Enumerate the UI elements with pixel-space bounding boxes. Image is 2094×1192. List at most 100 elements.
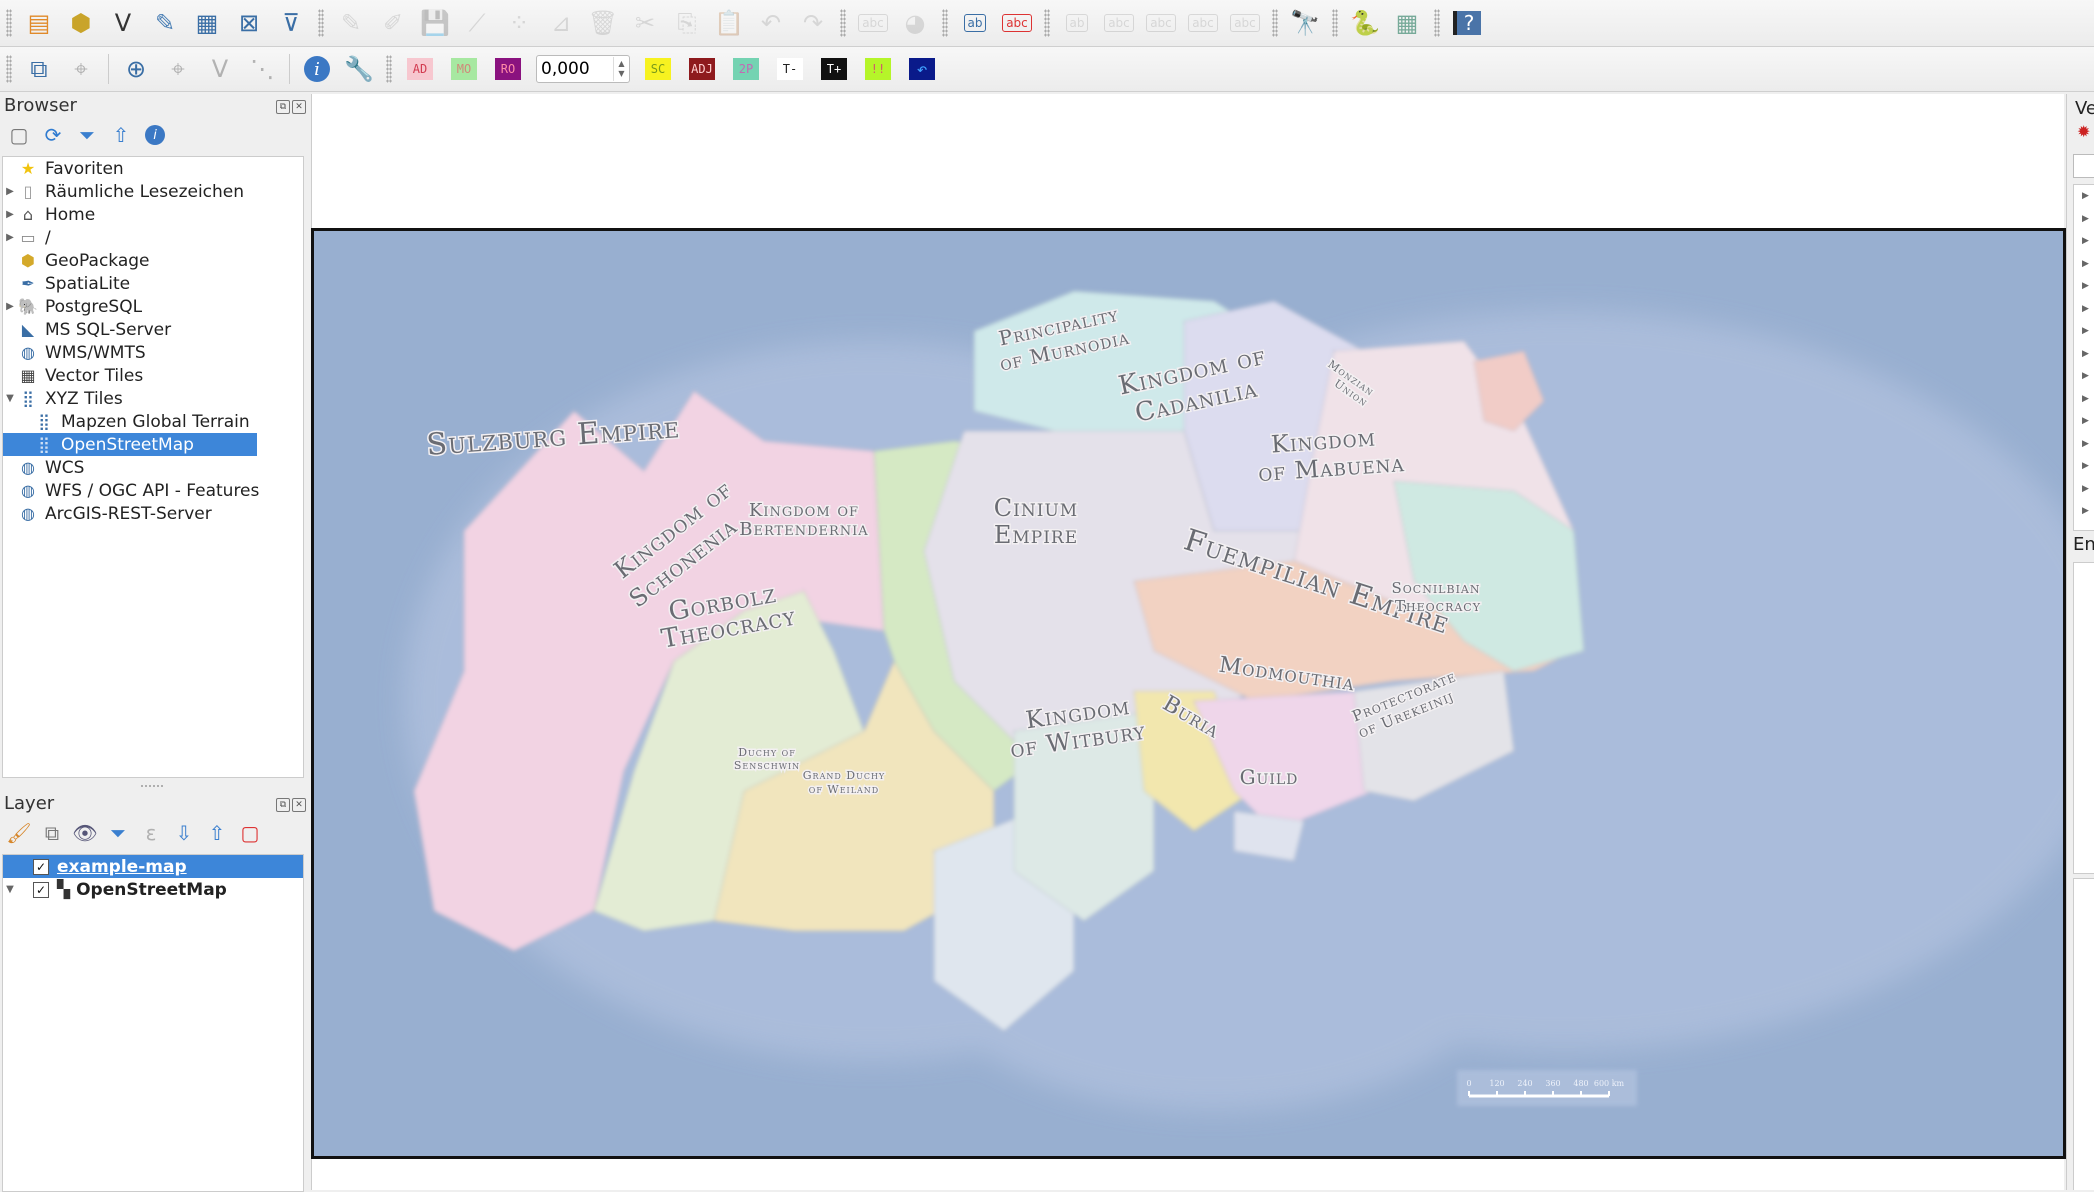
new-project-button[interactable]: ▤ xyxy=(20,5,58,41)
add-group-button[interactable]: ⧉ xyxy=(39,820,65,846)
georef-button[interactable]: ⊕ xyxy=(117,51,155,87)
vertex-tool-button[interactable]: ⁘ xyxy=(500,5,538,41)
toolbar-grip[interactable] xyxy=(1434,9,1440,37)
expand-arrow-icon[interactable]: ▼ xyxy=(3,884,17,895)
new-spatialite-layer-button[interactable]: ✎ xyxy=(146,5,184,41)
tree-expand-icon[interactable]: ▶ xyxy=(2074,388,2094,411)
offset-spinbox[interactable]: ▲▼ xyxy=(536,55,630,83)
toolbar-grip[interactable] xyxy=(386,55,392,83)
badge-ad-button[interactable]: AD xyxy=(407,58,433,80)
browser-item[interactable]: ⬢ GeoPackage xyxy=(3,249,303,272)
browser-item[interactable]: ▶ ⌂ Home xyxy=(3,203,303,226)
toolbar-grip[interactable] xyxy=(6,9,12,37)
collapse-all-button[interactable]: ⇧ xyxy=(108,122,134,148)
new-temp-layer-button[interactable]: ▦ xyxy=(188,5,226,41)
expand-arrow-icon[interactable]: ▶ xyxy=(3,232,17,243)
collapse-all-button[interactable]: ⇧ xyxy=(204,820,230,846)
layer-visibility-checkbox[interactable]: ✓ xyxy=(33,858,49,875)
nominatim-search-button[interactable]: 🔭 xyxy=(1286,5,1324,41)
layer-visibility-checkbox[interactable]: ✓ xyxy=(33,881,49,898)
new-shapefile-layer-button[interactable]: V xyxy=(104,5,142,41)
remove-layer-button[interactable]: ▢ xyxy=(237,820,263,846)
tree-expand-icon[interactable]: ▶ xyxy=(2074,230,2094,253)
browser-item[interactable]: ▶ 🐘 PostgreSQL xyxy=(3,295,303,318)
browser-item[interactable]: ◍ WFS / OGC API - Features xyxy=(3,479,303,502)
pin-labels-button[interactable]: ab xyxy=(1058,5,1096,41)
tree-expand-icon[interactable]: ▶ xyxy=(2074,343,2094,366)
browser-item[interactable]: ◍ WMS/WMTS xyxy=(3,341,303,364)
layer-labeling-button[interactable]: ab xyxy=(956,5,994,41)
spin-up-icon[interactable]: ▲ xyxy=(618,59,624,69)
browser-item[interactable]: ▦ Vector Tiles xyxy=(3,364,303,387)
help-button[interactable]: ? xyxy=(1448,5,1486,41)
map-frame[interactable]: Sulzburg Empire Kingdom of Schonenia Gorbol… xyxy=(311,228,2066,1159)
float-icon[interactable]: ⧉ xyxy=(276,100,290,114)
undo-button[interactable]: ↶ xyxy=(752,5,790,41)
tree-expand-icon[interactable]: ▶ xyxy=(2074,320,2094,343)
back-arrow-button[interactable]: ↶ xyxy=(909,58,935,80)
badge-mo-button[interactable]: MO xyxy=(451,58,477,80)
browser-item[interactable]: ▼ ⣿ XYZ Tiles xyxy=(3,387,303,410)
close-icon[interactable]: ✕ xyxy=(292,798,306,812)
toolbar-grip[interactable] xyxy=(840,9,846,37)
expand-arrow-icon[interactable]: ▶ xyxy=(3,301,17,312)
refresh-button[interactable]: ⟳ xyxy=(40,122,66,148)
new-geopackage-layer-button[interactable]: ⬢ xyxy=(62,5,100,41)
close-icon[interactable]: ✕ xyxy=(292,100,306,114)
browser-item[interactable]: ⣿ OpenStreetMap xyxy=(3,433,257,456)
add-point-button[interactable]: ⌖ xyxy=(159,51,197,87)
add-layer-button[interactable]: ▢ xyxy=(6,122,32,148)
expand-arrow-icon[interactable]: ▼ xyxy=(3,393,17,404)
diagram-button[interactable]: ◕ xyxy=(896,5,934,41)
browser-item[interactable]: ◣ MS SQL-Server xyxy=(3,318,303,341)
new-mesh-layer-button[interactable]: ⊽ xyxy=(272,5,310,41)
browser-item[interactable]: ▶ ▭ / xyxy=(3,226,303,249)
toolbar-grip[interactable] xyxy=(318,9,324,37)
toolbar-grip[interactable] xyxy=(942,9,948,37)
badge-sc-button[interactable]: SC xyxy=(645,58,671,80)
tree-expand-icon[interactable]: ▶ xyxy=(2074,500,2094,523)
browser-item[interactable]: ⣿ Mapzen Global Terrain xyxy=(3,410,303,433)
badge-t-minus-button[interactable]: T- xyxy=(777,58,803,80)
badge-adj-button[interactable]: ADJ xyxy=(689,58,715,80)
tree-expand-icon[interactable]: ▶ xyxy=(2074,478,2094,501)
save-edits-button[interactable]: 💾 xyxy=(416,5,454,41)
toggle-editing-button[interactable]: ✎ xyxy=(332,5,370,41)
python-console-button[interactable]: 🐍 xyxy=(1346,5,1384,41)
layer-item[interactable]: ▼ ✓ ▚ OpenStreetMap xyxy=(3,878,303,901)
node-button[interactable]: ⋱ xyxy=(243,51,281,87)
badge-t-plus-button[interactable]: T+ xyxy=(821,58,847,80)
expand-all-button[interactable]: ⇩ xyxy=(171,820,197,846)
snap-button[interactable]: ⌖ xyxy=(62,51,100,87)
filter-expression-button[interactable]: ε xyxy=(138,820,164,846)
copy-features-button[interactable]: ⎘ xyxy=(668,5,706,41)
expand-arrow-icon[interactable]: ▶ xyxy=(3,186,17,197)
toolbar-grip[interactable] xyxy=(6,55,12,83)
right-search-input[interactable] xyxy=(2073,154,2094,178)
browser-item[interactable]: ▶ ▯ Räumliche Lesezeichen xyxy=(3,180,303,203)
tree-expand-icon[interactable]: ▶ xyxy=(2074,433,2094,456)
show-hide-labels-button[interactable]: abc xyxy=(1100,5,1138,41)
label-toolbar-button[interactable]: abc xyxy=(854,5,892,41)
current-edits-button[interactable]: ✐ xyxy=(374,5,412,41)
change-label-button[interactable]: abc xyxy=(1226,5,1264,41)
tree-expand-icon[interactable]: ▶ xyxy=(2074,410,2094,433)
cut-features-button[interactable]: ✂ xyxy=(626,5,664,41)
offset-input[interactable] xyxy=(537,58,613,80)
spin-down-icon[interactable]: ▼ xyxy=(618,69,624,79)
badge-warn-button[interactable]: !! xyxy=(865,58,891,80)
expand-arrow-icon[interactable]: ▶ xyxy=(3,209,17,220)
tree-expand-icon[interactable]: ▶ xyxy=(2074,185,2094,208)
filter-button[interactable]: ⏷ xyxy=(74,122,100,148)
move-label-button[interactable]: abc xyxy=(1142,5,1180,41)
tree-expand-icon[interactable]: ▶ xyxy=(2074,275,2094,298)
toolbar-grip[interactable] xyxy=(1272,9,1278,37)
modify-attributes-button[interactable]: ⊿ xyxy=(542,5,580,41)
gear-red-icon[interactable]: ✹ xyxy=(2077,122,2090,141)
browser-item[interactable]: ★ Favoriten xyxy=(3,157,303,180)
tree-expand-icon[interactable]: ▶ xyxy=(2074,253,2094,276)
settings-button[interactable]: 🔧 xyxy=(340,51,378,87)
tree-expand-icon[interactable]: ▶ xyxy=(2074,298,2094,321)
digitize-button[interactable]: ⟋ xyxy=(458,5,496,41)
panel-splitter[interactable] xyxy=(140,784,164,788)
